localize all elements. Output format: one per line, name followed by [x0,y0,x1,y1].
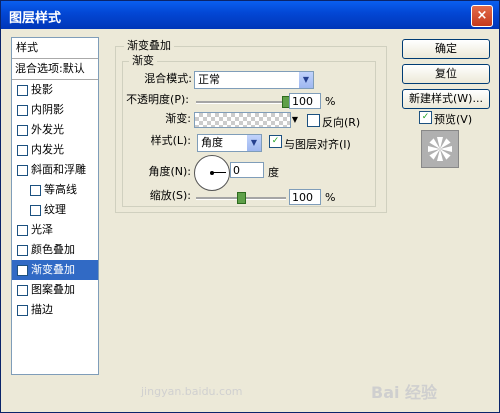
angle-dial-center [210,171,214,175]
sidebar-item-label: 图案叠加 [31,283,75,296]
sidebar-item-checkbox[interactable] [17,145,28,156]
sidebar-item-checkbox[interactable] [17,285,28,296]
opacity-input[interactable]: 100 [289,93,321,109]
gradient-label: 渐变: [165,112,191,125]
gradient-overlay-title: 渐变叠加 [124,39,174,53]
opacity-label: 不透明度(P): [126,93,189,106]
sidebar-item-label: 等高线 [44,183,77,196]
sidebar-item[interactable]: 内阴影 [12,100,98,120]
sidebar-item-checkbox[interactable] [17,245,28,256]
sidebar-item[interactable]: 斜面和浮雕 [12,160,98,180]
sidebar-item-checkbox[interactable] [17,225,28,236]
watermark-text: jingyan.baidu.com [141,385,243,398]
opacity-percent: % [325,95,336,108]
reverse-label: 反向(R) [322,116,361,129]
gradient-title: 渐变 [129,54,157,68]
angle-label: 角度(N): [148,165,191,178]
blend-mode-value: 正常 [198,73,220,86]
chevron-down-icon: ▼ [299,72,313,88]
chevron-down-icon: ▼ [291,115,299,124]
sidebar-item-checkbox[interactable] [17,125,28,136]
layer-style-dialog: 图层样式 × 样式 混合选项:默认 投影内阴影外发光内发光斜面和浮雕等高线纹理光… [0,0,500,413]
sidebar-item-label: 外发光 [31,123,64,136]
sidebar-item-checkbox[interactable] [30,185,41,196]
sidebar-item-label: 投影 [31,83,53,96]
sidebar-item[interactable]: 颜色叠加 [12,240,98,260]
sidebar-item[interactable]: 内发光 [12,140,98,160]
blend-mode-select[interactable]: 正常 ▼ [194,71,314,89]
title-bar: 图层样式 × [1,1,499,29]
scale-input[interactable]: 100 [289,189,321,205]
scale-percent: % [325,191,336,204]
reverse-checkbox[interactable] [307,114,320,127]
style-select[interactable]: 角度 ▼ [197,134,262,152]
gradient-dropdown[interactable]: ▼ [290,112,300,128]
sidebar-item[interactable]: 投影 [12,80,98,100]
scale-slider-thumb[interactable] [237,192,246,204]
chevron-down-icon: ▼ [247,135,261,151]
angle-unit: 度 [268,166,279,179]
sidebar-item-label: 渐变叠加 [31,263,75,276]
blend-mode-label: 混合模式: [144,72,192,85]
ok-button[interactable]: 确定 [402,39,490,59]
styles-list: 样式 混合选项:默认 投影 内阴影 外发光 内发光 斜面和浮雕 等高线 纹理 光泽 颜色叠加 ✓ 渐… [11,37,99,375]
angle-dial-hand [212,172,226,173]
sidebar-item[interactable]: 外发光 [12,120,98,140]
sidebar-item-label: 光泽 [31,223,53,236]
reset-button[interactable]: 复位 [402,64,490,84]
style-value: 角度 [201,136,223,149]
new-style-button[interactable]: 新建样式(W)... [402,89,490,109]
window-title: 图层样式 [9,11,62,26]
sidebar-item-checkbox[interactable] [17,105,28,116]
blend-options-item[interactable]: 混合选项:默认 [12,59,98,80]
blend-options-label: 混合选项:默认 [15,62,85,75]
angle-dial[interactable] [194,155,230,191]
align-with-layer-label: 与图层对齐(I) [284,138,351,151]
styles-header[interactable]: 样式 [12,38,98,59]
close-button[interactable]: × [471,5,493,27]
sidebar-item[interactable]: 纹理 [12,200,98,220]
style-preview-swatch [421,130,459,168]
sidebar-item[interactable]: 光泽 [12,220,98,240]
sidebar-item[interactable]: 图案叠加 [12,280,98,300]
sidebar-item-label: 内阴影 [31,103,64,116]
align-with-layer-checkbox[interactable]: ✓ [269,135,282,148]
sidebar-item-label: 斜面和浮雕 [31,163,86,176]
style-label: 样式(L): [150,134,191,147]
sidebar-item[interactable]: 等高线 [12,180,98,200]
sidebar-item-label: 颜色叠加 [31,243,75,256]
sidebar-item-checkbox[interactable] [17,305,28,316]
preview-label: 预览(V) [434,113,473,126]
sidebar-item[interactable]: 描边 [12,300,98,320]
opacity-slider-track[interactable] [196,101,286,104]
sidebar-item-label: 纹理 [44,203,66,216]
sidebar-item-checkbox[interactable] [17,165,28,176]
sidebar-item-label: 描边 [31,303,53,316]
angle-input[interactable]: 0 [230,162,264,178]
sidebar-item[interactable]: ✓ 渐变叠加 [12,260,98,280]
sidebar-item-checkbox[interactable] [17,85,28,96]
sidebar-item-label: 内发光 [31,143,64,156]
angle-gradient-preview-icon [428,137,452,161]
sidebar-item-checkbox[interactable] [30,205,41,216]
sidebar-item-checkbox[interactable]: ✓ [17,265,28,276]
preview-checkbox[interactable]: ✓ [419,111,432,124]
scale-label: 缩放(S): [149,189,191,202]
gradient-swatch[interactable] [194,112,291,128]
baidu-logo: Bai 经验 [371,383,438,402]
